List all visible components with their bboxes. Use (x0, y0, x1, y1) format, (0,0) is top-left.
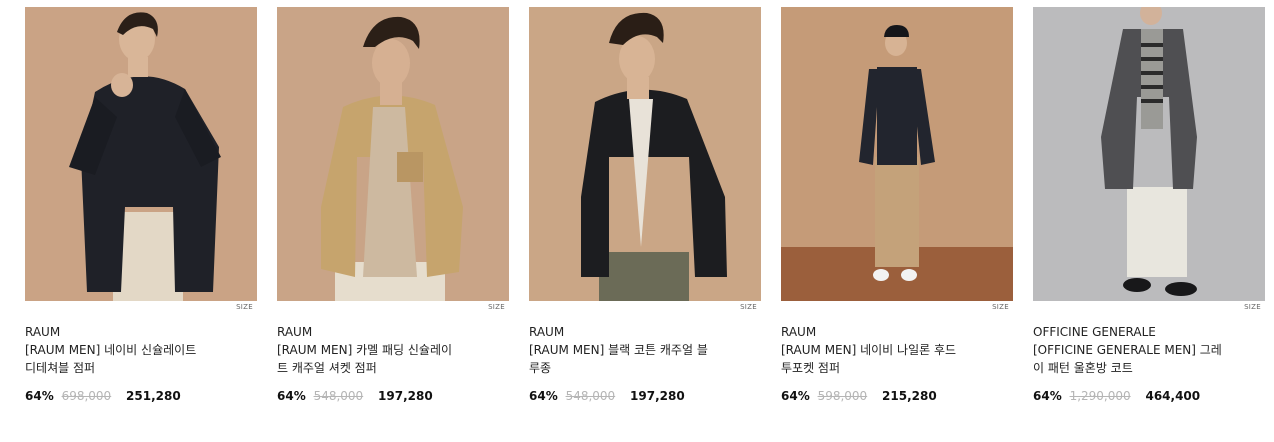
size-link[interactable]: SIZE (529, 301, 761, 313)
product-title-line-2: 트 캐주얼 셔켓 점퍼 (277, 361, 377, 375)
product-card[interactable]: SIZE RAUM [RAUM MEN] 카멜 패딩 신슐레이 트 캐주얼 셔켓… (277, 7, 509, 404)
discount-rate: 64% (529, 389, 558, 403)
product-title-line-1: [RAUM MEN] 카멜 패딩 신슐레이 (277, 343, 453, 357)
price-row: 64% 548,000 197,280 (277, 388, 509, 404)
product-image[interactable] (1033, 7, 1265, 301)
product-title-line-1: [RAUM MEN] 네이비 나일론 후드 (781, 343, 957, 357)
product-photo-illustration (781, 7, 1013, 301)
product-image[interactable] (781, 7, 1013, 301)
size-link[interactable]: SIZE (781, 301, 1013, 313)
product-card[interactable]: SIZE OFFICINE GENERALE [OFFICINE GENERAL… (1033, 7, 1265, 404)
sale-price: 215,280 (882, 389, 937, 403)
product-brand[interactable]: RAUM (529, 324, 761, 341)
price-row: 64% 598,000 215,280 (781, 388, 1013, 404)
product-title[interactable]: [RAUM MEN] 네이비 신슐레이트 디테쳐블 점퍼 (25, 341, 235, 377)
price-row: 64% 1,290,000 464,400 (1033, 388, 1265, 404)
price-row: 64% 698,000 251,280 (25, 388, 257, 404)
price-row: 64% 548,000 197,280 (529, 388, 761, 404)
original-price: 1,290,000 (1069, 389, 1131, 403)
original-price: 598,000 (817, 389, 868, 403)
product-brand[interactable]: RAUM (781, 324, 1013, 341)
product-title[interactable]: [RAUM MEN] 네이비 나일론 후드 투포켓 점퍼 (781, 341, 991, 377)
product-title-line-2: 루종 (529, 361, 552, 375)
product-card[interactable]: SIZE RAUM [RAUM MEN] 네이비 신슐레이트 디테쳐블 점퍼 6… (25, 7, 257, 404)
discount-rate: 64% (25, 389, 54, 403)
sale-price: 197,280 (630, 389, 685, 403)
product-card[interactable]: SIZE RAUM [RAUM MEN] 네이비 나일론 후드 투포켓 점퍼 6… (781, 7, 1013, 404)
product-title[interactable]: [RAUM MEN] 블랙 코튼 캐주얼 블 루종 (529, 341, 739, 377)
product-title-line-1: [OFFICINE GENERALE MEN] 그레 (1033, 343, 1222, 357)
size-link[interactable]: SIZE (277, 301, 509, 313)
sale-price: 464,400 (1145, 389, 1201, 403)
product-image[interactable] (25, 7, 257, 301)
product-brand[interactable]: OFFICINE GENERALE (1033, 324, 1265, 341)
product-title-line-1: [RAUM MEN] 네이비 신슐레이트 (25, 343, 197, 357)
product-title-line-2: 디테쳐블 점퍼 (25, 361, 96, 375)
product-title[interactable]: [RAUM MEN] 카멜 패딩 신슐레이 트 캐주얼 셔켓 점퍼 (277, 341, 487, 377)
product-title[interactable]: [OFFICINE GENERALE MEN] 그레 이 패턴 울혼방 코트 (1033, 341, 1243, 377)
product-title-line-1: [RAUM MEN] 블랙 코튼 캐주얼 블 (529, 343, 708, 357)
product-photo-illustration (277, 7, 509, 301)
product-brand[interactable]: RAUM (25, 324, 257, 341)
product-photo-illustration (529, 7, 761, 301)
sale-price: 197,280 (378, 389, 433, 403)
product-grid: SIZE RAUM [RAUM MEN] 네이비 신슐레이트 디테쳐블 점퍼 6… (0, 0, 1274, 442)
discount-rate: 64% (1033, 389, 1062, 403)
product-card[interactable]: SIZE RAUM [RAUM MEN] 블랙 코튼 캐주얼 블 루종 64% … (529, 7, 761, 404)
original-price: 548,000 (565, 389, 616, 403)
product-photo-illustration (1033, 7, 1265, 301)
sale-price: 251,280 (126, 389, 181, 403)
product-title-line-2: 투포켓 점퍼 (781, 361, 841, 375)
discount-rate: 64% (277, 389, 306, 403)
product-image[interactable] (277, 7, 509, 301)
size-link[interactable]: SIZE (1033, 301, 1265, 313)
original-price: 548,000 (313, 389, 364, 403)
original-price: 698,000 (61, 389, 112, 403)
product-brand[interactable]: RAUM (277, 324, 509, 341)
discount-rate: 64% (781, 389, 810, 403)
product-image[interactable] (529, 7, 761, 301)
product-photo-illustration (25, 7, 257, 301)
size-link[interactable]: SIZE (25, 301, 257, 313)
product-title-line-2: 이 패턴 울혼방 코트 (1033, 361, 1133, 375)
